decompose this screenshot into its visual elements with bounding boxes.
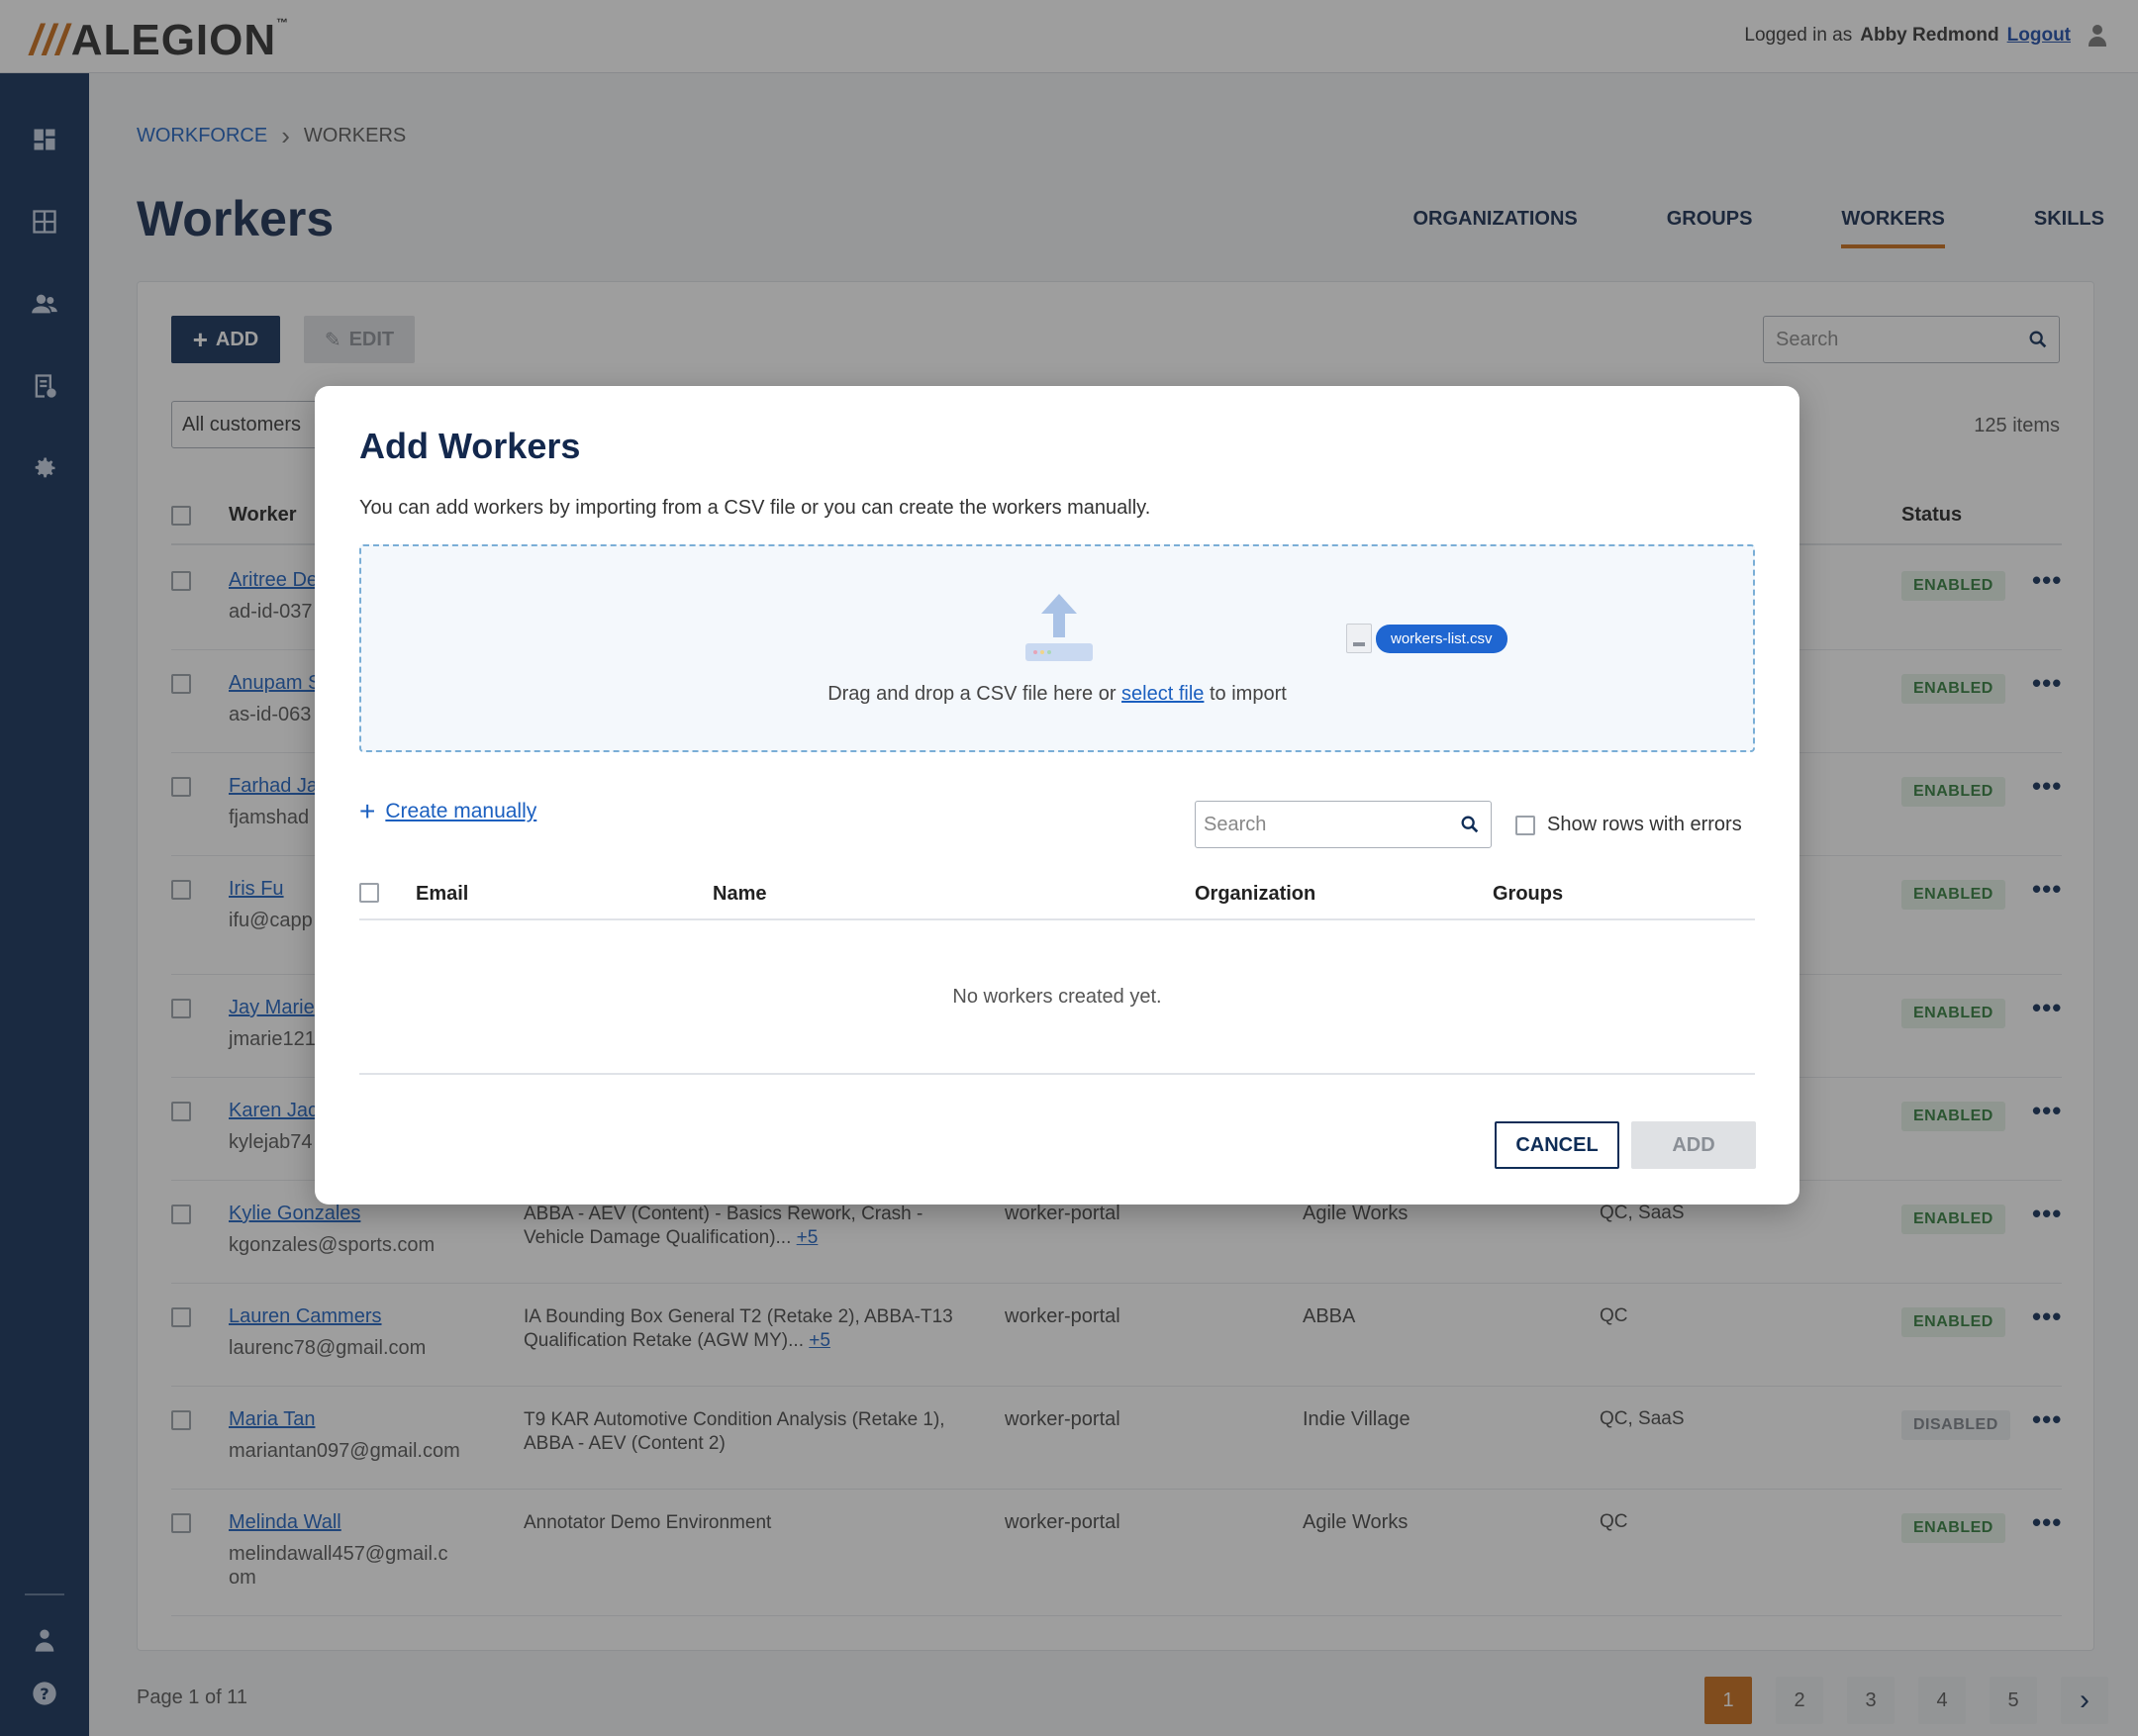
plus-icon: + <box>359 796 376 826</box>
column-email: Email <box>416 883 469 905</box>
search-placeholder: Search <box>1204 814 1267 835</box>
drop-text-before: Drag and drop a CSV file here or <box>827 683 1117 705</box>
dropzone-text: Drag and drop a CSV file here or select … <box>361 683 1753 706</box>
cancel-button[interactable]: CANCEL <box>1495 1121 1619 1169</box>
column-name: Name <box>713 883 767 905</box>
file-icon <box>1346 624 1372 653</box>
dragged-file-chip: workers-list.csv <box>1346 624 1507 653</box>
dialog-select-all-checkbox[interactable] <box>359 883 379 903</box>
upload-icon <box>1025 594 1093 661</box>
empty-state-text: No workers created yet. <box>359 920 1755 1075</box>
dialog-table-header: Email Name Organization Groups <box>359 873 1755 920</box>
dialog-search-input[interactable]: Search <box>1195 801 1492 848</box>
dialog-add-button[interactable]: ADD <box>1631 1121 1756 1169</box>
drop-text-after: to import <box>1209 683 1287 705</box>
create-manually-label: Create manually <box>385 800 537 822</box>
show-errors-checkbox[interactable] <box>1515 815 1535 835</box>
csv-dropzone[interactable]: workers-list.csv Drag and drop a CSV fil… <box>359 544 1755 752</box>
show-errors-toggle[interactable]: Show rows with errors <box>1515 814 1742 836</box>
show-errors-label: Show rows with errors <box>1547 814 1742 835</box>
create-manually-link[interactable]: + Create manually <box>359 796 537 826</box>
dialog-description: You can add workers by importing from a … <box>359 497 1151 519</box>
column-organization: Organization <box>1195 883 1316 905</box>
add-workers-dialog: Add Workers You can add workers by impor… <box>315 386 1799 1205</box>
select-file-link[interactable]: select file <box>1121 683 1204 705</box>
search-icon <box>1461 816 1479 833</box>
column-groups: Groups <box>1493 883 1564 905</box>
dialog-title: Add Workers <box>359 426 581 466</box>
file-name: workers-list.csv <box>1376 624 1507 653</box>
